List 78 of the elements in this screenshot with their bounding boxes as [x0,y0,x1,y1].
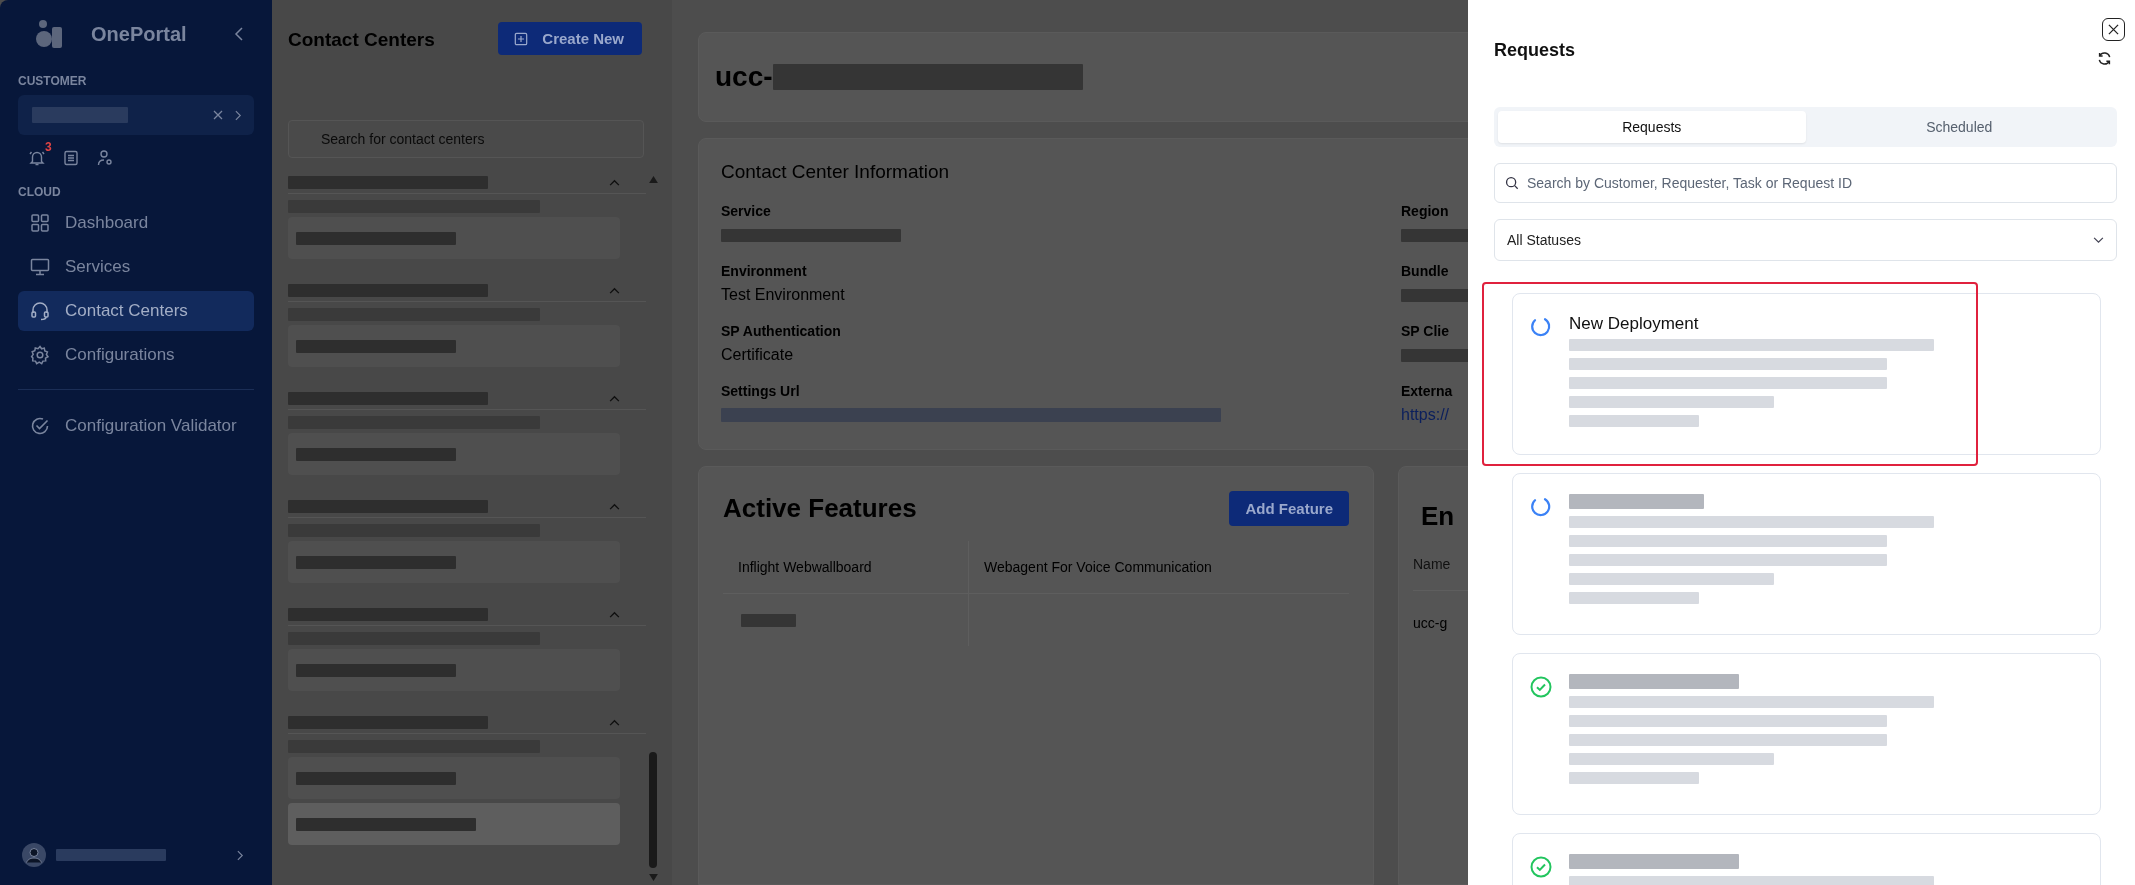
drawer-title: Requests [1494,40,1576,61]
chevron-right-icon[interactable] [237,849,244,861]
chevron-up-icon[interactable] [609,287,620,294]
chevron-up-icon[interactable] [609,611,620,618]
list-icon[interactable] [62,149,80,167]
list-item[interactable] [288,757,620,799]
card-title: En [1421,501,1455,532]
grid-icon [30,213,50,233]
chevron-down-icon [2093,236,2104,244]
nav-item[interactable]: Services [18,247,254,287]
add-feature-button[interactable]: Add Feature [1229,491,1349,526]
list-item[interactable] [288,541,620,583]
headset-icon [30,301,50,321]
field-value: Test Environment [721,285,845,305]
close-icon [2108,24,2119,35]
chevron-up-icon[interactable] [609,395,620,402]
avatar-icon[interactable] [22,843,46,867]
list-item[interactable] [288,325,620,367]
monitor-icon [30,257,50,277]
notification-count: 3 [45,140,52,154]
scroll-thumb[interactable] [649,752,657,868]
settings-icon [30,345,50,365]
app-name: OnePortal [91,22,188,46]
request-card[interactable]: New Deployment [1512,293,2101,455]
panel-title: Contact Centers [288,28,435,51]
table-cell: ucc-g [1413,615,1448,631]
request-title: New Deployment [1569,314,1700,334]
nav-item[interactable]: Configuration Validator [18,406,254,446]
chevron-right-icon[interactable] [235,109,242,121]
list-item[interactable] [288,649,620,691]
chevron-up-icon[interactable] [609,503,620,510]
chevron-up-icon[interactable] [609,179,620,186]
spinner-icon [1530,496,1552,518]
search-field[interactable]: Search for contact centers [288,120,644,158]
card-title: Active Features [723,493,917,524]
card-title: Contact Center Information [721,161,950,183]
column-header: Webagent For Voice Communication [968,541,1349,594]
request-card[interactable] [1512,473,2101,635]
field-label: Environment [721,263,807,279]
tab[interactable]: Requests [1498,111,1806,143]
plus-icon [514,31,529,46]
check-circle-icon [1530,676,1552,698]
close-button[interactable] [2102,18,2125,41]
nav-item[interactable]: Dashboard [18,203,254,243]
tab[interactable]: Scheduled [1805,111,2113,143]
field-label: SP Clie [1401,323,1449,339]
field-value: Certificate [721,345,794,365]
status-select[interactable]: All Statuses [1494,219,2117,261]
section-label: CLOUD [18,185,62,199]
bell-icon[interactable] [28,149,46,167]
check-circle-icon [30,416,50,436]
page-title: ucc- [715,61,773,93]
logo-icon [35,19,63,49]
check-circle-icon [1530,856,1552,878]
field-label: Region [1401,203,1449,219]
create-button[interactable]: Create New [498,22,642,55]
column-header: Inflight Webwallboard [723,541,968,594]
scroll-up-icon[interactable] [648,176,658,183]
list-item[interactable] [288,803,620,845]
request-card[interactable] [1512,653,2101,815]
field-label: Bundle [1401,263,1449,279]
section-label: CUSTOMER [18,74,88,88]
scroll-down-icon[interactable] [648,874,658,881]
list-item[interactable] [288,217,620,259]
clear-icon[interactable] [213,110,223,120]
redacted-text [741,613,796,627]
chevron-up-icon[interactable] [609,719,620,726]
field-label: SP Authentication [721,323,841,339]
user-settings-icon[interactable] [96,149,114,167]
collapse-icon[interactable] [234,27,244,41]
field-label: Externa [1401,383,1453,399]
refresh-icon[interactable] [2097,51,2112,66]
nav-item[interactable]: Contact Centers [18,291,254,331]
field-label: Service [721,203,771,219]
spinner-icon [1530,316,1552,338]
nav-item[interactable]: Configurations [18,335,254,375]
field-label: Settings Url [721,383,800,399]
list-item[interactable] [288,433,620,475]
